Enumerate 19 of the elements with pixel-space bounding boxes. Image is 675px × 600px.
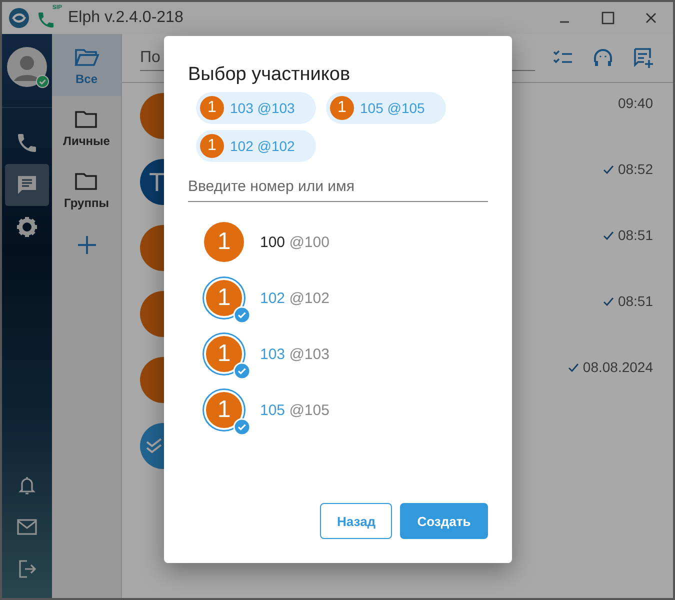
avatar: 1	[204, 222, 244, 262]
dialog-title: Выбор участников	[188, 64, 352, 86]
contact-name: 105 @105	[260, 402, 330, 418]
avatar: 1	[204, 390, 244, 430]
contact-name: 102 @102	[260, 290, 330, 306]
avatar-letter: T	[149, 166, 166, 198]
avatar: 1	[200, 96, 224, 120]
message-time: 08:52	[618, 161, 653, 177]
message-time: 08:51	[618, 227, 653, 243]
avatar: 1	[204, 334, 244, 374]
window-title: Elph v.2.4.0-218	[68, 9, 184, 27]
message-time: 09:40	[618, 95, 653, 111]
message-time: 08.08.2024	[582, 359, 653, 375]
avatar: 1	[204, 278, 244, 318]
contact-name: 100 @100	[260, 234, 330, 250]
contact-name: 103 @103	[260, 346, 330, 362]
message-time: 08:51	[618, 293, 653, 309]
avatar: 1	[330, 96, 354, 120]
avatar: 1	[200, 134, 224, 158]
